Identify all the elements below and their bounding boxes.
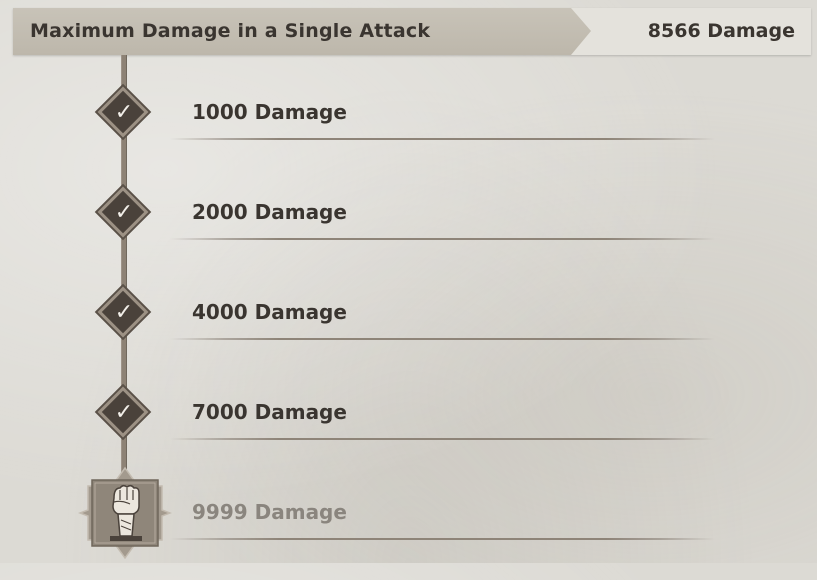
milestone-divider (170, 438, 715, 440)
check-icon: ✓ (114, 400, 134, 425)
achievement-header: Maximum Damage in a Single Attack 8566 D… (13, 8, 811, 55)
milestone-label-locked: 9999 Damage (192, 500, 347, 524)
milestone-divider (170, 538, 715, 540)
current-damage-value: 8566 Damage (647, 20, 795, 42)
milestone-divider (170, 238, 715, 240)
achievement-title: Maximum Damage in a Single Attack (30, 20, 431, 42)
check-icon: ✓ (114, 200, 134, 225)
milestone-label: 1000 Damage (192, 100, 347, 124)
fist-trophy-icon (77, 466, 173, 560)
milestone-1000: ✓ 1000 Damage (0, 80, 817, 180)
check-icon: ✓ (114, 100, 134, 125)
milestone-divider (170, 338, 715, 340)
milestone-divider (170, 138, 715, 140)
milestone-label: 2000 Damage (192, 200, 347, 224)
milestone-label: 7000 Damage (192, 400, 347, 424)
milestone-7000: ✓ 7000 Damage (0, 380, 817, 480)
milestone-4000: ✓ 4000 Damage (0, 280, 817, 380)
milestone-label: 4000 Damage (192, 300, 347, 324)
check-icon: ✓ (114, 300, 134, 325)
milestone-2000: ✓ 2000 Damage (0, 180, 817, 280)
